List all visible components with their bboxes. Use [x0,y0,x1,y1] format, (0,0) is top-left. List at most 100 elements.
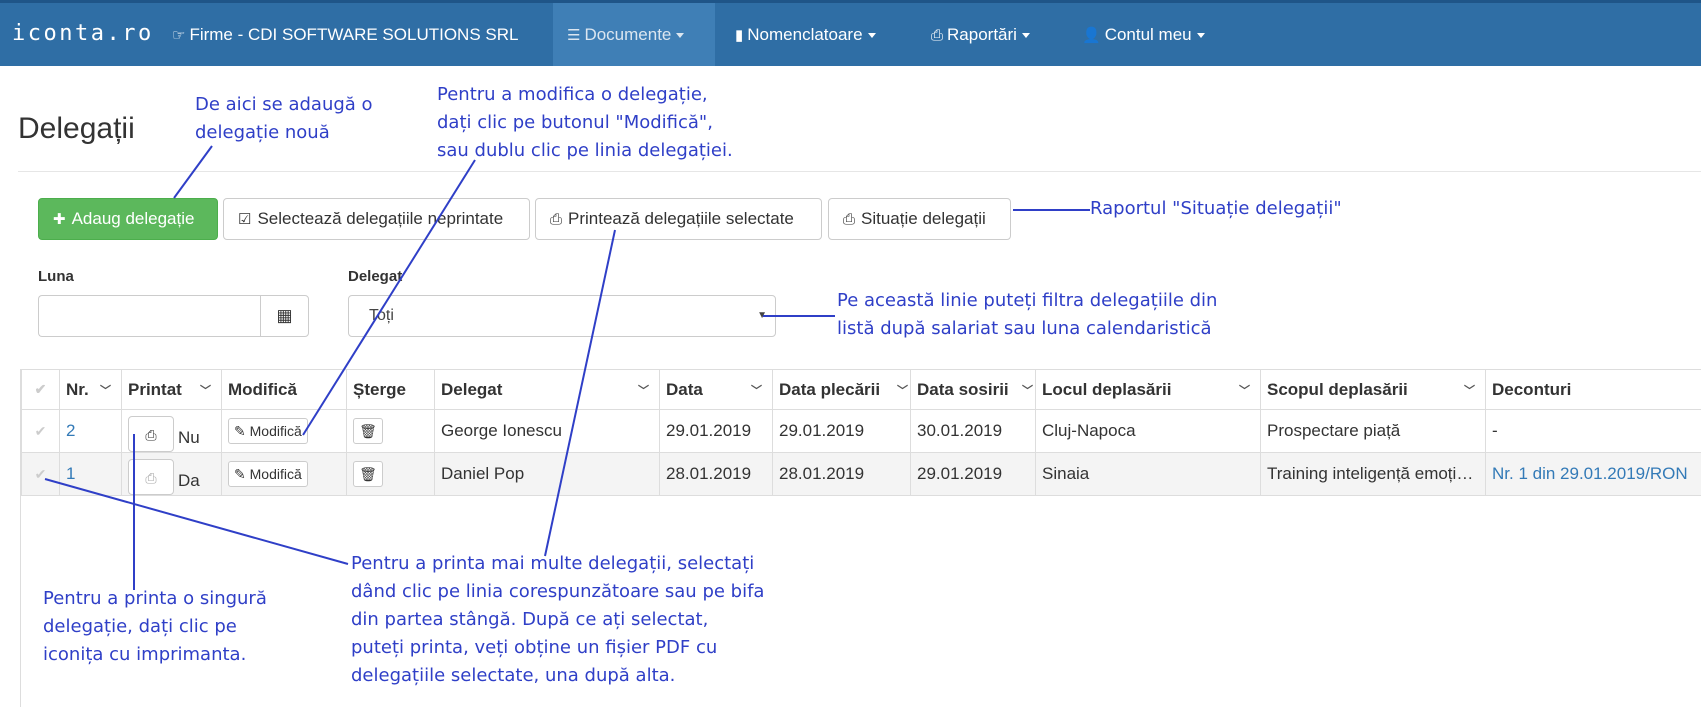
delegation-situation-button[interactable]: ⎙ Situație delegații [828,198,1011,240]
nav-nomenclatoare[interactable]: ▮ Nomenclatoare [721,3,890,66]
row-departure: 29.01.2019 [772,409,911,453]
select-unprinted-button[interactable]: ☑ Selectează delegațiile neprintate [223,198,530,240]
month-label: Luna [38,268,74,285]
delete-button[interactable]: 🗑 [353,418,383,444]
chevron-down-icon: ﹀ [897,385,908,397]
row-checkbox[interactable]: ✔ [21,409,60,453]
row-settlements: - [1485,409,1701,453]
print-icon: ⎙ [550,211,563,228]
nav-contul-meu[interactable]: 👤 Contul meu [1068,3,1219,66]
chevron-down-icon [867,33,876,39]
col-settlements: Deconturi [1485,369,1701,410]
col-arrival[interactable]: Data sosirii ﹀ [910,369,1036,410]
table-row[interactable]: ✔ 2 ⎙ Nu ✎ Modifică 🗑 George Ionescu 29.0… [21,409,1701,453]
delegations-table: ✔ Nr. ﹀ Printat ﹀ Modifică Șterge Delegat ﹀… [21,369,1701,496]
check-icon: ✔ [34,381,47,397]
top-navbar: iconta.ro ☞ Firme - CDI SOFTWARE SOLUTION… [0,0,1701,66]
annotation-print-multi: Pentru a printa mai multe delegații, sel… [351,553,765,686]
col-delete: Șterge [346,369,435,410]
annotation-filter: Pe această linie puteți filtra delegații… [837,290,1218,339]
calendar-button[interactable]: ▦ [260,295,309,337]
annotation-print-single: Pentru a printa o singură delegație, daț… [43,588,267,665]
chevron-down-icon: ﹀ [1464,385,1475,397]
row-place: Sinaia [1035,452,1261,496]
row-arrival: 30.01.2019 [910,409,1036,453]
col-purpose[interactable]: Scopul deplasării ﹀ [1260,369,1486,410]
delegations-table-container: ✔ Nr. ﹀ Printat ﹀ Modifică Șterge Delegat ﹀… [20,369,1701,707]
row-nr-link[interactable]: 1 [59,452,122,496]
month-input[interactable] [38,295,261,337]
chevron-down-icon [1196,33,1205,39]
chevron-down-icon [1021,33,1030,39]
plus-icon: ✚ [53,211,66,228]
add-delegation-button[interactable]: ✚ Adaug delegație [38,198,218,240]
chevron-down-icon: ﹀ [200,385,211,397]
row-departure: 28.01.2019 [772,452,911,496]
external-link-icon: ☞ [172,27,186,44]
row-place: Cluj-Napoca [1035,409,1261,453]
col-delegate[interactable]: Delegat ﹀ [434,369,660,410]
table-header-row: ✔ Nr. ﹀ Printat ﹀ Modifică Șterge Delegat ﹀… [21,369,1701,410]
chevron-down-icon: ﹀ [100,385,111,397]
chevron-down-icon: ▼ [757,310,767,321]
row-delegate: Daniel Pop [434,452,660,496]
calendar-icon: ▦ [276,306,293,325]
row-purpose: Prospectare piață [1260,409,1486,453]
col-edit: Modifică [221,369,347,410]
nav-firme[interactable]: ☞ Firme - CDI SOFTWARE SOLUTIONS SRL [158,3,532,66]
chevron-down-icon: ﹀ [751,385,762,397]
trash-icon: 🗑 [359,423,377,439]
pencil-icon: ✎ [234,423,246,439]
page-title: Delegații [18,112,135,145]
row-checkbox[interactable]: ✔ [21,452,60,496]
annotation-edit: Pentru a modifica o delegație, dați clic… [437,84,733,161]
print-icon: ⎙ [843,211,856,228]
row-date: 29.01.2019 [659,409,773,453]
chevron-down-icon: ﹀ [638,385,649,397]
check-square-icon: ☑ [238,211,252,228]
check-icon: ✔ [34,465,47,482]
chevron-down-icon [676,33,685,39]
delegate-select[interactable]: Toți ▼ [348,295,776,337]
print-icon: ⎙ [145,470,157,486]
row-nr-link[interactable]: 2 [59,409,122,453]
annotation-line-add [173,145,213,199]
print-icon: ⎙ [931,27,944,44]
delegate-label: Delegat [348,268,403,285]
printed-status: Da [178,471,200,490]
list-icon: ☰ [567,27,581,44]
edit-button[interactable]: ✎ Modifică [228,418,308,444]
row-arrival: 29.01.2019 [910,452,1036,496]
check-icon: ✔ [34,422,47,439]
annotation-add: De aici se adaugă o delegație nouă [195,94,373,143]
select-all-checkbox[interactable]: ✔ [21,369,60,410]
row-delegate: George Ionescu [434,409,660,453]
row-settlements-link[interactable]: Nr. 1 din 29.01.2019/RON [1485,452,1701,496]
row-date: 28.01.2019 [659,452,773,496]
delete-button[interactable]: 🗑 [353,461,383,487]
chevron-down-icon: ﹀ [1239,385,1250,397]
print-selected-button[interactable]: ⎙ Printează delegațiile selectate [535,198,822,240]
col-departure[interactable]: Data plecării ﹀ [772,369,911,410]
title-divider [18,171,1701,172]
edit-button[interactable]: ✎ Modifică [228,461,308,487]
print-row-button[interactable]: ⎙ [128,459,174,495]
user-icon: 👤 [1082,27,1101,44]
file-icon: ▮ [735,27,744,44]
col-nr[interactable]: Nr. ﹀ [59,369,122,410]
printed-status: Nu [178,428,200,447]
brand-logo[interactable]: iconta.ro [12,21,154,46]
col-printed[interactable]: Printat ﹀ [121,369,222,410]
chevron-down-icon: ﹀ [1022,385,1033,397]
nav-documente[interactable]: ☰ Documente [553,3,715,66]
col-place[interactable]: Locul deplasării ﹀ [1035,369,1261,410]
col-date[interactable]: Data ﹀ [659,369,773,410]
trash-icon: 🗑 [359,466,377,482]
nav-raportari[interactable]: ⎙ Raportări [917,3,1044,66]
print-row-button[interactable]: ⎙ [128,416,174,452]
annotation-report: Raportul "Situație delegații" [1090,198,1342,219]
table-row[interactable]: ✔ 1 ⎙ Da ✎ Modifică 🗑 Daniel Pop 28.01.20… [21,452,1701,496]
pencil-icon: ✎ [234,466,246,482]
print-icon: ⎙ [145,427,157,443]
row-purpose: Training inteligență emoționlă [1260,452,1486,496]
